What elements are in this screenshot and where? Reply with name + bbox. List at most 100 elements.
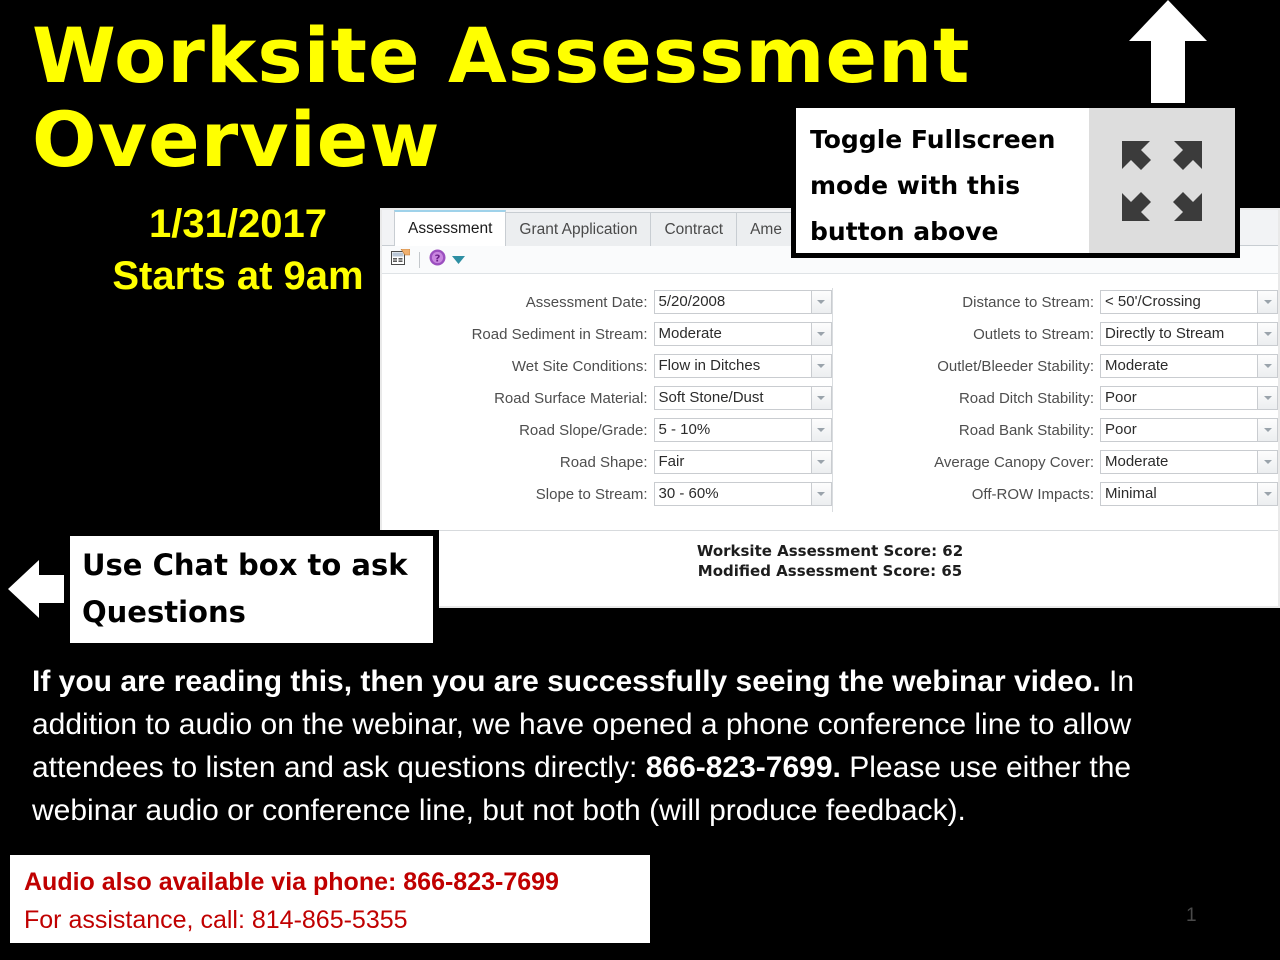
left-field-label-3: Road Surface Material:: [494, 389, 648, 407]
score-summary: Worksite Assessment Score: 62 Modified A…: [382, 530, 1278, 581]
right-field-label-3: Road Ditch Stability:: [958, 389, 1094, 407]
right-field-control-5[interactable]: Moderate: [1100, 450, 1278, 474]
left-field-row-4: Road Slope/Grade: 5 - 10%: [382, 414, 832, 446]
right-field-value-3[interactable]: Poor: [1100, 386, 1258, 410]
left-field-control-5[interactable]: Fair: [653, 450, 832, 474]
left-field-value-3[interactable]: Soft Stone/Dust: [653, 386, 812, 410]
left-field-value-6[interactable]: 30 - 60%: [653, 482, 812, 506]
left-field-dropdown-arrow-0[interactable]: [811, 290, 832, 314]
right-field-control-2[interactable]: Moderate: [1100, 354, 1278, 378]
right-field-control-3[interactable]: Poor: [1100, 386, 1278, 410]
left-field-label-0: Assessment Date:: [525, 293, 648, 311]
right-field-value-1[interactable]: Directly to Stream: [1100, 322, 1258, 346]
right-field-dropdown-arrow-1[interactable]: [1258, 322, 1278, 346]
right-field-label-5: Average Canopy Cover:: [934, 453, 1094, 471]
right-field-value-4[interactable]: Poor: [1100, 418, 1258, 442]
right-field-row-1: Outlets to Stream: Directly to Stream: [833, 318, 1278, 350]
fullscreen-callout-line-1: Toggle Fullscreen: [810, 125, 1056, 154]
left-field-control-3[interactable]: Soft Stone/Dust: [653, 386, 832, 410]
right-field-row-2: Outlet/Bleeder Stability: Moderate: [833, 350, 1278, 382]
right-field-value-2[interactable]: Moderate: [1100, 354, 1258, 378]
left-field-label-5: Road Shape:: [559, 453, 648, 471]
right-field-value-5[interactable]: Moderate: [1100, 450, 1258, 474]
right-field-dropdown-arrow-3[interactable]: [1258, 386, 1278, 410]
left-field-value-0[interactable]: 5/20/2008: [653, 290, 812, 314]
chevron-down-icon[interactable]: [452, 251, 465, 269]
right-field-value-6[interactable]: Minimal: [1100, 482, 1258, 506]
arrow-left-icon: [8, 560, 70, 618]
right-field-label-6: Off-ROW Impacts:: [971, 485, 1094, 503]
left-field-control-6[interactable]: 30 - 60%: [653, 482, 832, 506]
chat-callout-line-2: Questions: [82, 595, 246, 629]
right-field-dropdown-arrow-0[interactable]: [1258, 290, 1278, 314]
right-field-control-0[interactable]: < 50'/Crossing: [1100, 290, 1278, 314]
slide-canvas: Worksite Assessment Overview 1/31/2017 S…: [0, 0, 1280, 960]
right-field-dropdown-arrow-6[interactable]: [1258, 482, 1278, 506]
left-field-row-5: Road Shape: Fair: [382, 446, 832, 478]
left-field-dropdown-arrow-6[interactable]: [811, 482, 832, 506]
page-number: 1: [1186, 905, 1197, 926]
left-field-dropdown-arrow-2[interactable]: [811, 354, 832, 378]
right-field-label-4: Road Bank Stability:: [958, 421, 1094, 439]
right-field-dropdown-arrow-4[interactable]: [1258, 418, 1278, 442]
right-field-label-2: Outlet/Bleeder Stability:: [937, 357, 1094, 375]
left-field-control-2[interactable]: Flow in Ditches: [653, 354, 832, 378]
left-field-label-1: Road Sediment in Stream:: [471, 325, 648, 343]
left-field-value-2[interactable]: Flow in Ditches: [653, 354, 812, 378]
fullscreen-button[interactable]: [1089, 108, 1235, 253]
assessment-application-window: Assessment Grant Application Contract Ame: [380, 208, 1280, 608]
help-question-icon[interactable]: ?: [429, 249, 446, 271]
fullscreen-callout-text: Toggle Fullscreen mode with this button …: [796, 108, 1089, 253]
right-field-dropdown-arrow-5[interactable]: [1258, 450, 1278, 474]
fullscreen-expand-icon: [1122, 140, 1202, 221]
left-field-control-0[interactable]: 5/20/2008: [653, 290, 832, 314]
left-field-value-4[interactable]: 5 - 10%: [653, 418, 812, 442]
left-field-dropdown-arrow-5[interactable]: [811, 450, 832, 474]
right-field-row-3: Road Ditch Stability: Poor: [833, 382, 1278, 414]
left-field-row-2: Wet Site Conditions: Flow in Ditches: [382, 350, 832, 382]
fullscreen-callout: Toggle Fullscreen mode with this button …: [791, 103, 1240, 258]
subtitle-block: 1/31/2017 Starts at 9am: [88, 198, 388, 302]
right-field-control-1[interactable]: Directly to Stream: [1100, 322, 1278, 346]
fullscreen-callout-line-3: button above: [810, 217, 999, 246]
left-field-control-1[interactable]: Moderate: [653, 322, 832, 346]
left-field-value-5[interactable]: Fair: [653, 450, 812, 474]
right-field-row-0: Distance to Stream: < 50'/Crossing: [833, 286, 1278, 318]
body-paragraph: If you are reading this, then you are su…: [32, 660, 1232, 832]
tab-contract[interactable]: Contract: [650, 212, 738, 246]
chat-callout: Use Chat box to ask Questions: [64, 530, 439, 649]
modified-assessment-score: Modified Assessment Score: 65: [697, 562, 963, 580]
assessment-form: Assessment Date: 5/20/2008 Road Sediment i…: [382, 274, 1278, 530]
right-field-control-4[interactable]: Poor: [1100, 418, 1278, 442]
svg-text:?: ?: [435, 253, 441, 264]
report-form-icon[interactable]: [391, 248, 411, 271]
right-field-dropdown-arrow-2[interactable]: [1258, 354, 1278, 378]
left-field-dropdown-arrow-1[interactable]: [811, 322, 832, 346]
left-field-dropdown-arrow-4[interactable]: [811, 418, 832, 442]
right-field-control-6[interactable]: Minimal: [1100, 482, 1278, 506]
toolbar-divider: [419, 251, 420, 268]
left-field-dropdown-arrow-3[interactable]: [811, 386, 832, 410]
audio-info-box: Audio also available via phone: 866-823-…: [10, 855, 650, 943]
left-field-control-4[interactable]: 5 - 10%: [653, 418, 832, 442]
title-line-1: Worksite Assessment: [32, 11, 971, 100]
right-field-label-1: Outlets to Stream:: [973, 325, 1094, 343]
form-column-right: Distance to Stream: < 50'/Crossing Outlets…: [833, 274, 1278, 530]
tab-grant-application[interactable]: Grant Application: [505, 212, 652, 246]
tab-assessment[interactable]: Assessment: [394, 210, 507, 246]
left-field-label-6: Slope to Stream:: [535, 485, 648, 503]
arrow-up-icon: [1129, 0, 1207, 120]
chat-callout-line-1: Use Chat box to ask: [82, 548, 408, 582]
right-field-row-4: Road Bank Stability: Poor: [833, 414, 1278, 446]
left-field-value-1[interactable]: Moderate: [653, 322, 812, 346]
right-field-value-0[interactable]: < 50'/Crossing: [1100, 290, 1258, 314]
left-field-row-1: Road Sediment in Stream: Moderate: [382, 318, 832, 350]
assistance-phone-line: For assistance, call: 814-865-5355: [24, 906, 408, 934]
left-field-label-2: Wet Site Conditions:: [511, 357, 648, 375]
form-column-left: Assessment Date: 5/20/2008 Road Sediment i…: [382, 274, 832, 530]
right-field-row-6: Off-ROW Impacts: Minimal: [833, 478, 1278, 510]
body-bold-lead: If you are reading this, then you are su…: [32, 665, 1101, 698]
tab-amendment[interactable]: Ame: [736, 212, 796, 246]
right-field-row-5: Average Canopy Cover: Moderate: [833, 446, 1278, 478]
webinar-start-time: Starts at 9am: [112, 254, 364, 298]
